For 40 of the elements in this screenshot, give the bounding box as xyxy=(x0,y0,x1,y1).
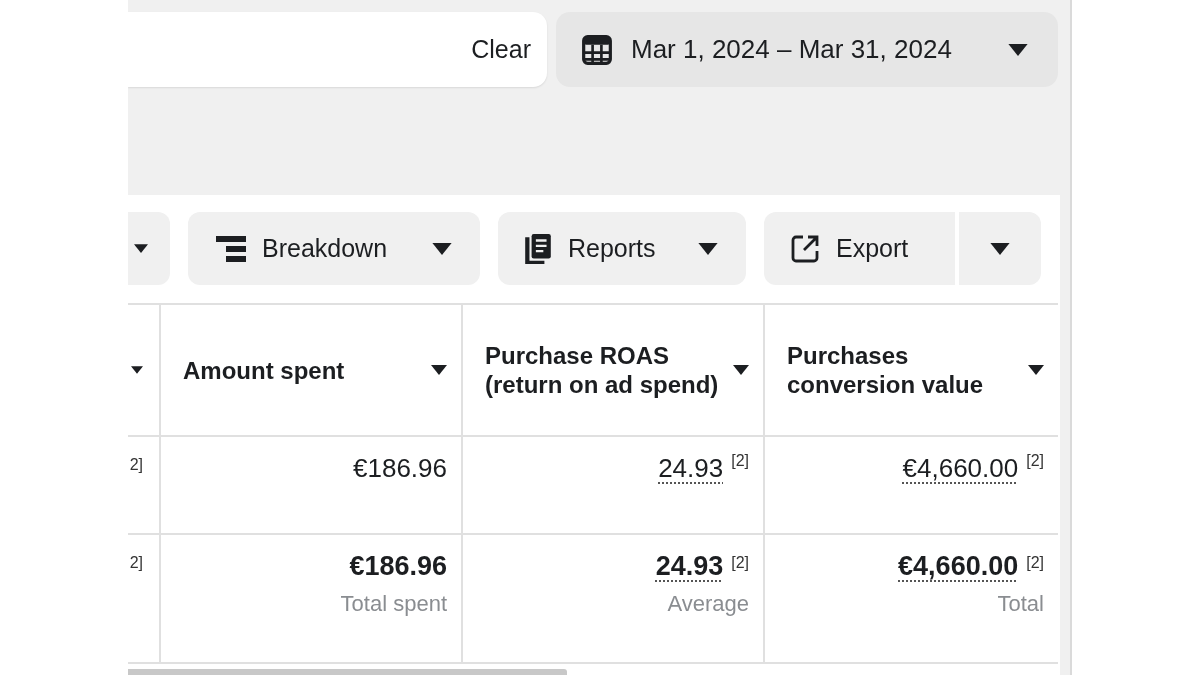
caret-icon xyxy=(432,242,452,255)
caret-icon xyxy=(431,365,447,375)
caret-icon xyxy=(698,242,718,255)
caret-icon xyxy=(1008,43,1028,56)
footnote-mark: 2] xyxy=(129,455,143,475)
date-range-picker[interactable]: Mar 1, 2024 – Mar 31, 2024 xyxy=(556,12,1058,87)
footnote-mark: [2] xyxy=(1026,553,1044,573)
calendar-icon xyxy=(581,33,613,66)
dropdown-button[interactable] xyxy=(128,212,170,285)
documents-icon xyxy=(522,232,554,265)
stacked-bars-icon xyxy=(216,235,246,262)
scrollbar[interactable] xyxy=(128,669,567,675)
cell-caption: Total xyxy=(997,591,1044,617)
caret-icon xyxy=(1028,365,1044,375)
cell-value[interactable]: 24.93 xyxy=(655,549,724,583)
cell-value[interactable]: €4,660.00 xyxy=(902,451,1019,485)
caret-icon xyxy=(134,244,148,253)
dropdown-button[interactable]: Reports xyxy=(498,212,746,285)
column-header[interactable]: Purchase ROAS (return on ad spend) xyxy=(461,305,763,437)
dropdown-button[interactable] xyxy=(959,212,1041,285)
external-link-icon xyxy=(790,233,820,264)
search-field[interactable]: Clear xyxy=(128,12,547,87)
clear-button[interactable]: Clear xyxy=(471,35,531,64)
caret-icon xyxy=(733,365,749,375)
cell-value[interactable]: €4,660.00 xyxy=(898,549,1019,583)
cell-caption: Total spent xyxy=(340,591,447,617)
export-button[interactable]: Export xyxy=(764,212,955,285)
cell-caption: Average xyxy=(667,591,749,617)
footnote-mark: [2] xyxy=(1026,451,1044,471)
column-header[interactable]: Purchases conversion value xyxy=(763,305,1058,437)
cell-value[interactable]: 24.93 xyxy=(658,451,724,485)
footnote-mark: [2] xyxy=(731,553,749,573)
cell-value: €186.96 xyxy=(349,550,447,583)
footnote-mark: [2] xyxy=(731,451,749,471)
caret-icon xyxy=(131,366,143,374)
dropdown-button[interactable]: Breakdown xyxy=(188,212,480,285)
column-header[interactable]: Amount spent xyxy=(159,305,461,437)
cell-value: €186.96 xyxy=(353,452,447,485)
caret-icon xyxy=(990,242,1010,255)
footnote-mark: 2] xyxy=(129,553,143,573)
